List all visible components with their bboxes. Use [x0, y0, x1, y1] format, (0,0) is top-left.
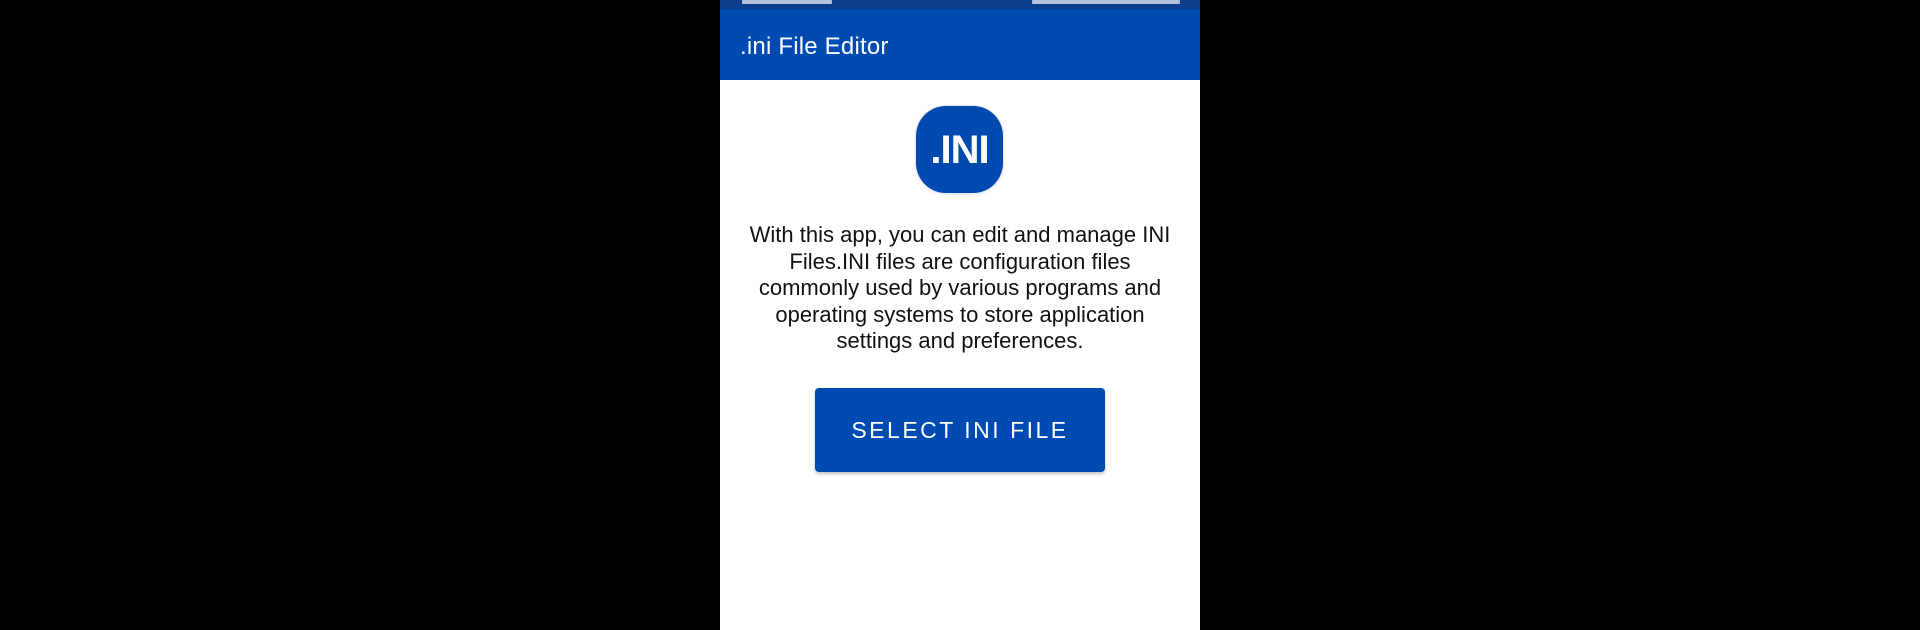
status-bar-time	[742, 0, 832, 4]
app-bar: .ini File Editor	[720, 9, 1200, 80]
status-bar-icons	[1032, 0, 1180, 4]
logo-text: .INI	[930, 127, 989, 172]
app-title: .ini File Editor	[740, 33, 889, 60]
app-screen: .ini File Editor .INI With this app, you…	[720, 0, 1200, 630]
status-bar	[720, 0, 1200, 9]
select-ini-file-button[interactable]: SELECT INI FILE	[815, 388, 1105, 472]
ini-logo-icon: .INI	[916, 106, 1003, 193]
app-description: With this app, you can edit and manage I…	[749, 222, 1171, 353]
